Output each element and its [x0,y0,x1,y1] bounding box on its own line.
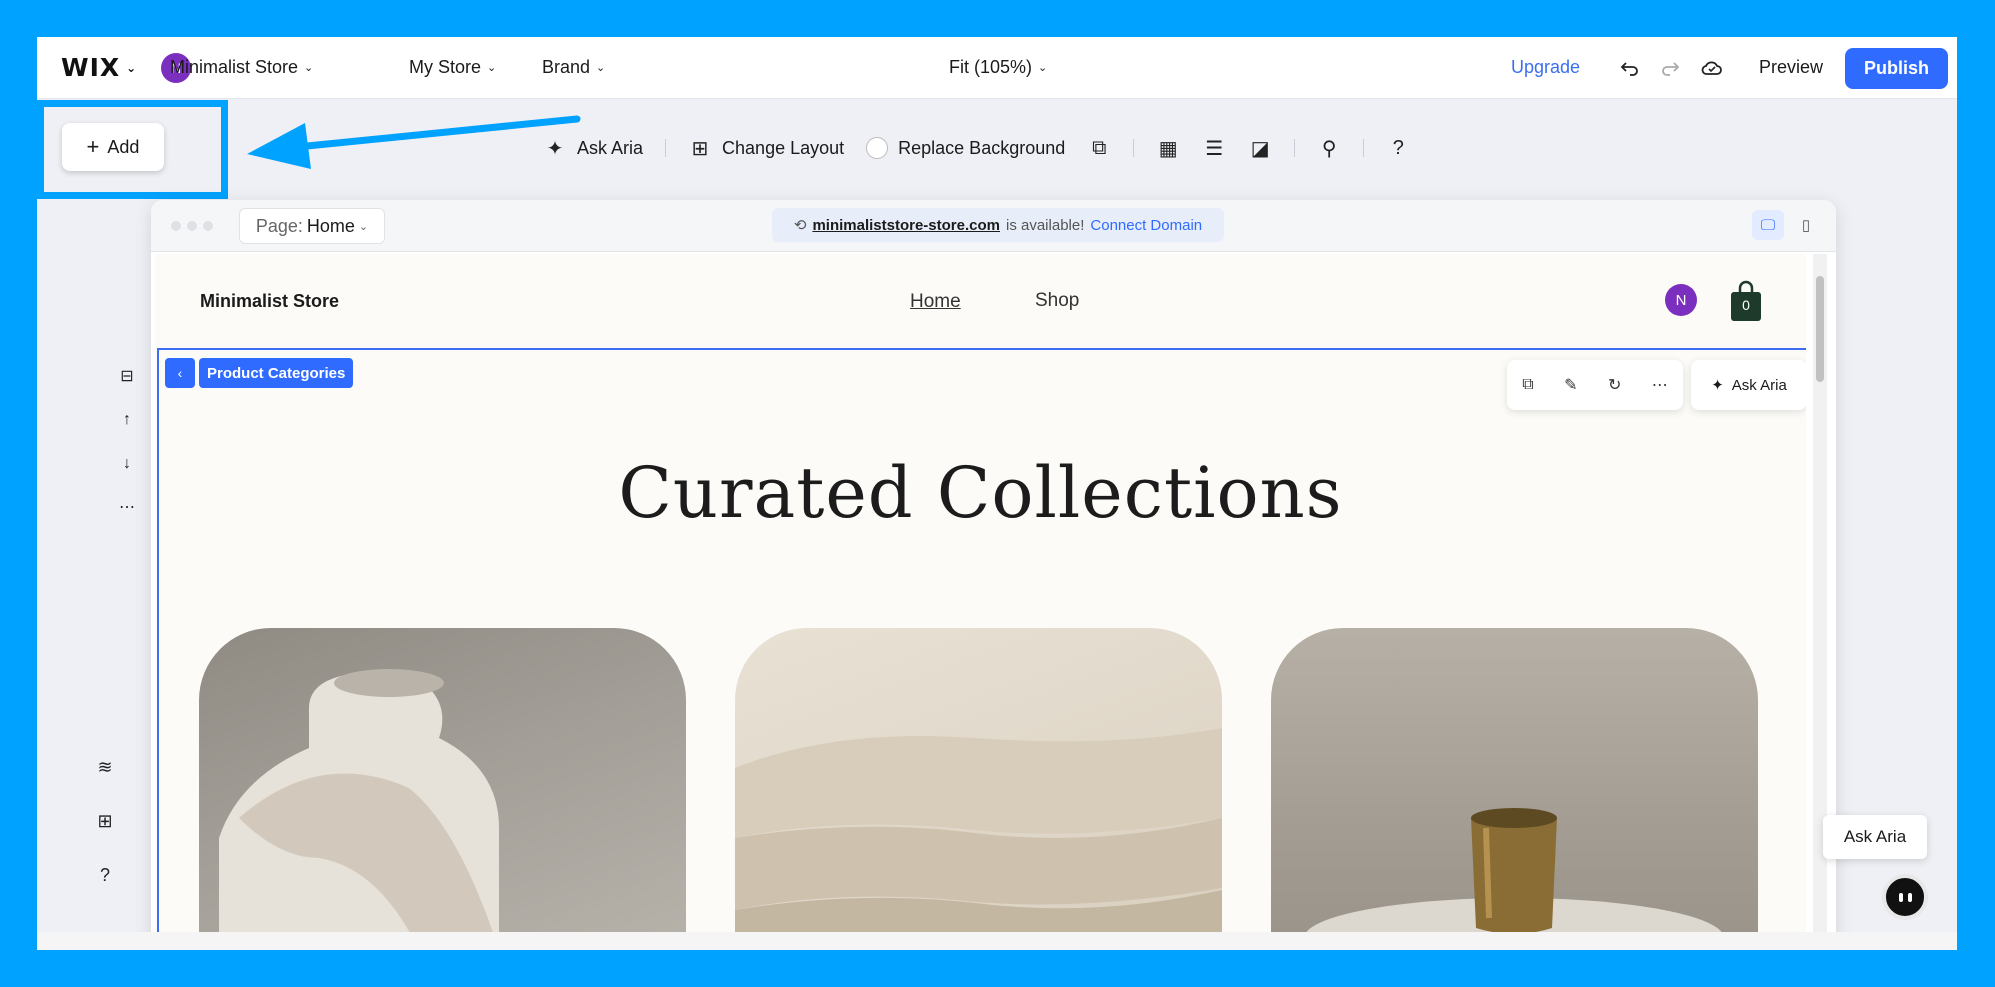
move-up-icon[interactable]: ↑ [115,408,139,432]
element-toolbar: ⧉ ✎ ↻ ⋯ [1507,360,1683,410]
device-switcher: 🖵 ▯ [1752,210,1822,240]
background-swatch-icon [866,137,889,159]
refresh-icon: ⟲ [793,217,807,234]
pattern-icon[interactable]: ▦ [1156,136,1180,161]
help-icon[interactable]: ? [91,861,119,889]
overlap-icon[interactable]: ⧉ [1087,137,1111,160]
chevron-down-icon: ⌄ [596,62,606,74]
layout-bottom-icon[interactable]: ◪ [1248,136,1272,161]
layout-icon: ⊞ [691,137,709,160]
replace-background-label: Replace Background [898,137,1066,158]
grid-icon[interactable]: ⊞ [91,807,119,835]
plus-icon: + [86,134,100,159]
site-menu[interactable]: Minimalist Store ⌄ [170,57,313,78]
top-bar: WIX ⌄ N Minimalist Store ⌄ My Store ⌄ Br… [37,37,1957,99]
brand-menu[interactable]: Brand ⌄ [542,57,605,78]
redo-icon[interactable] [1655,53,1685,83]
ask-aria-button[interactable]: ✦ Ask Aria [543,136,643,161]
more-icon[interactable]: ⋯ [115,495,139,519]
chevron-down-icon: ⌄ [126,60,138,75]
preview-button[interactable]: Preview [1759,57,1823,78]
page-prefix: Page: [255,215,303,236]
sparkle-icon: ✦ [546,137,564,160]
animation-icon[interactable]: ↻ [1608,375,1621,395]
nav-home[interactable]: Home [910,291,961,313]
site-canvas: Page: Home ⌄ ⟲ minimaliststore-store.com… [151,200,1836,950]
my-store-label: My Store [409,57,482,77]
cloud-save-icon[interactable] [1697,53,1727,83]
search-icon[interactable]: ⚲ [1317,136,1341,161]
mobile-icon[interactable]: ▯ [1790,210,1822,240]
upgrade-link[interactable]: Upgrade [1511,57,1580,78]
wix-editor: WIX ⌄ N Minimalist Store ⌄ My Store ⌄ Br… [37,37,1957,950]
chevron-down-icon: ⌄ [487,62,497,74]
divider [1363,139,1365,157]
add-button[interactable]: + Add [62,123,164,171]
brand-label: Brand [542,57,591,77]
zoom-label: Fit (105%) [949,57,1033,77]
help-icon[interactable]: ? [1386,137,1410,160]
divider [1294,139,1296,157]
section-toolbar: ✦ Ask Aria ⊞ Change Layout Replace Backg… [543,131,1410,165]
back-chevron-icon[interactable]: ‹ [165,358,195,388]
wix-logo: WIX [61,53,121,82]
site-menu-label: Minimalist Store [170,57,299,77]
layers-icon[interactable]: ≋ [91,753,119,781]
section-ask-aria-label: Ask Aria [1731,376,1787,394]
desktop-icon[interactable]: 🖵 [1752,210,1784,240]
publish-button[interactable]: Publish [1845,48,1948,89]
page-select[interactable]: Page: Home ⌄ [239,208,385,244]
duplicate-icon[interactable]: ⧉ [1522,376,1533,394]
design-icon[interactable]: ✎ [1564,375,1577,395]
collection-image-brass-cup[interactable] [1271,628,1758,950]
replace-background-button[interactable]: Replace Background [866,137,1065,159]
domain-banner: ⟲ minimaliststore-store.com is available… [772,208,1224,242]
my-store-menu[interactable]: My Store ⌄ [409,57,496,78]
menu-lines-icon[interactable]: ☰ [1202,136,1226,161]
section-ask-aria-button[interactable]: ✦ Ask Aria [1691,360,1806,410]
nav-shop[interactable]: Shop [1035,290,1079,312]
add-button-label: Add [107,136,140,157]
chevron-down-icon: ⌄ [1038,62,1048,74]
connect-domain-link[interactable]: Connect Domain [1090,217,1202,234]
breadcrumb: ‹ Product Categories [165,358,354,388]
pointer-arrow [247,115,581,169]
site-header[interactable]: Minimalist Store Home Shop N 0 [155,254,1806,346]
more-icon[interactable]: ⋯ [1652,375,1668,395]
ask-aria-label: Ask Aria [577,137,644,158]
change-layout-label: Change Layout [722,137,845,158]
domain-available-text: is available! [1006,216,1085,234]
sparkle-icon: ✦ [1711,377,1724,394]
domain-link[interactable]: minimaliststore-store.com [812,217,1000,234]
wix-logo-menu[interactable]: WIX ⌄ [61,53,137,82]
move-down-icon[interactable]: ↓ [115,452,139,476]
cart-count: 0 [1742,297,1750,313]
section-icon[interactable]: ⊟ [115,364,139,388]
ask-aria-tooltip[interactable]: Ask Aria [1823,815,1927,859]
cart-icon[interactable]: 0 [1730,280,1762,322]
horizontal-scrollbar[interactable] [37,932,1957,950]
browser-bar: Page: Home ⌄ ⟲ minimaliststore-store.com… [151,200,1836,252]
section-heading[interactable]: Curated Collections [155,452,1806,534]
breadcrumb-label[interactable]: Product Categories [199,358,354,388]
site-brand[interactable]: Minimalist Store [200,291,339,312]
undo-icon[interactable] [1615,53,1645,83]
chevron-down-icon: ⌄ [358,220,369,233]
chevron-down-icon: ⌄ [304,62,314,74]
site-page: Minimalist Store Home Shop N 0 ‹ Product… [155,254,1806,950]
divider [665,139,667,157]
site-avatar[interactable]: N [1665,284,1697,316]
change-layout-button[interactable]: ⊞ Change Layout [688,136,845,161]
divider [1133,139,1135,157]
collection-image-vase[interactable] [199,628,686,950]
aria-assistant-icon[interactable] [1882,874,1928,920]
scroll-thumb[interactable] [1816,276,1824,382]
window-dots [171,221,213,231]
collection-image-linen[interactable] [735,628,1222,950]
zoom-select[interactable]: Fit (105%) ⌄ [949,57,1047,78]
page-name: Home [306,215,355,236]
